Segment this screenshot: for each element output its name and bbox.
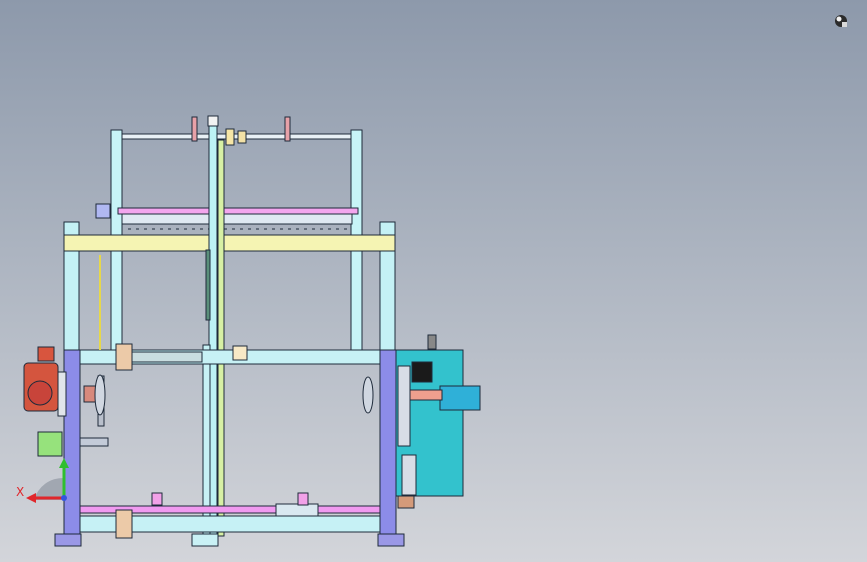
- lower-post-right: [379, 349, 397, 537]
- rail: [121, 213, 353, 225]
- x-axis-label: X: [16, 485, 25, 499]
- upper-pink-rod: [117, 207, 359, 215]
- machine-frame-drawing: [23, 115, 481, 547]
- center-column-b: [217, 139, 225, 537]
- yellow-beam: [63, 234, 396, 252]
- cad-viewport[interactable]: X: [0, 0, 867, 562]
- top-rod: [117, 115, 355, 146]
- coordinate-triad: [26, 458, 69, 503]
- control-panel: [395, 334, 481, 509]
- z-axis-dot: [61, 495, 67, 501]
- view-cube-icon[interactable]: [832, 12, 850, 30]
